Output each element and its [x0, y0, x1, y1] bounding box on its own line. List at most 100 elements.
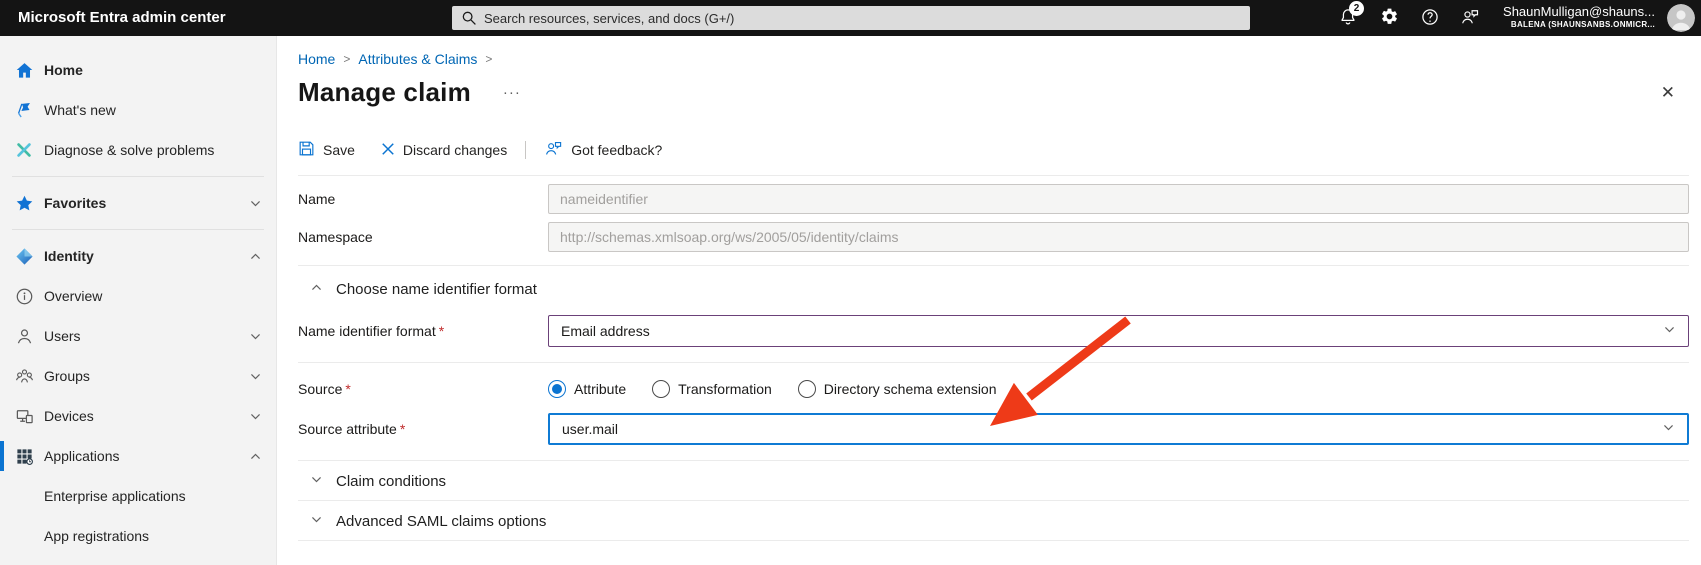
required-asterisk: *	[345, 381, 350, 397]
identity-icon	[14, 246, 34, 266]
whatsnew-icon	[14, 100, 34, 120]
section-choose-name-identifier-format[interactable]: Choose name identifier format	[298, 275, 1689, 303]
sidebar-item-label: Home	[44, 62, 262, 78]
section-claim-conditions[interactable]: Claim conditions	[298, 467, 1689, 495]
sidebar-item-users[interactable]: Users	[0, 316, 276, 356]
dropdown-value: user.mail	[562, 421, 618, 437]
name-identifier-format-dropdown[interactable]: Email address	[548, 315, 1689, 347]
sidebar-item-favorites[interactable]: Favorites	[0, 183, 276, 223]
name-identifier-format-row: Name identifier format* Email address	[298, 315, 1689, 347]
feedback-icon	[544, 139, 563, 161]
page-title: Manage claim	[298, 77, 471, 108]
help-button[interactable]	[1417, 6, 1443, 32]
home-icon	[14, 60, 34, 80]
sidebar-item-label: Groups	[44, 368, 249, 384]
divider	[298, 460, 1689, 461]
divider	[298, 265, 1689, 266]
sidebar-item-label: Identity	[44, 248, 249, 264]
chevron-down-icon	[249, 410, 262, 423]
account-menu[interactable]: ShaunMulligan@shauns... BALENA (SHAUNSAN…	[1503, 3, 1655, 30]
namespace-field-row: Namespace	[298, 222, 1689, 252]
users-icon	[14, 326, 34, 346]
radio-label: Directory schema extension	[824, 381, 997, 397]
divider	[298, 175, 1689, 176]
sidebar-item-identity[interactable]: Identity	[0, 236, 276, 276]
sidebar-item-diagnose-solve-problems[interactable]: Diagnose & solve problems	[0, 130, 276, 170]
breadcrumb-home[interactable]: Home	[298, 51, 335, 67]
radio-icon	[798, 380, 816, 398]
sidebar-item-label: Users	[44, 328, 249, 344]
discard-x-icon	[381, 142, 395, 159]
groups-icon	[14, 366, 34, 386]
required-asterisk: *	[439, 323, 444, 339]
sidebar-item-label: Applications	[44, 448, 249, 464]
sidebar-item-label: Devices	[44, 408, 249, 424]
sidebar-divider	[12, 229, 264, 230]
source-attribute-label: Source attribute	[298, 421, 397, 437]
source-radio-directory-schema-extension[interactable]: Directory schema extension	[798, 380, 997, 398]
diagnose-icon	[14, 140, 34, 160]
breadcrumb-attributes-claims[interactable]: Attributes & Claims	[358, 51, 477, 67]
more-options-icon[interactable]: ···	[503, 84, 521, 101]
name-label: Name	[298, 191, 548, 207]
sidebar-item-label: App registrations	[44, 528, 262, 544]
source-attribute-row: Source attribute* user.mail	[298, 413, 1689, 445]
chevron-down-icon	[1663, 323, 1676, 339]
sidebar-item-label: Overview	[44, 288, 262, 304]
breadcrumb-separator: >	[343, 52, 350, 66]
command-bar: Save Discard changes Got feedback?	[298, 138, 1689, 162]
chevron-down-icon	[249, 370, 262, 383]
chevron-down-icon	[249, 330, 262, 343]
divider	[298, 540, 1689, 541]
required-asterisk: *	[400, 421, 405, 437]
applications-icon	[14, 446, 34, 466]
sidebar-item-app-registrations[interactable]: App registrations	[0, 516, 276, 556]
global-search	[452, 6, 1250, 30]
notifications-button[interactable]: 2	[1335, 6, 1361, 32]
source-label: Source	[298, 381, 342, 397]
source-row: Source* Attribute Transformation Directory…	[298, 380, 1689, 398]
notification-badge: 2	[1349, 1, 1364, 16]
search-input[interactable]	[452, 6, 1250, 30]
overview-icon	[14, 286, 34, 306]
sidebar-item-label: Enterprise applications	[44, 488, 262, 504]
namespace-label: Namespace	[298, 229, 548, 245]
radio-icon	[548, 380, 566, 398]
source-radio-transformation[interactable]: Transformation	[652, 380, 772, 398]
feedback-icon	[1460, 7, 1480, 32]
breadcrumb-separator: >	[485, 52, 492, 66]
sidebar-nav: Home What's new Diagnose & solve problems F…	[0, 36, 277, 565]
app-title[interactable]: Microsoft Entra admin center	[18, 9, 226, 26]
source-radio-attribute[interactable]: Attribute	[548, 380, 626, 398]
radio-label: Attribute	[574, 381, 626, 397]
sidebar-item-what-s-new[interactable]: What's new	[0, 90, 276, 130]
avatar[interactable]	[1667, 4, 1695, 32]
name-field-row: Name	[298, 184, 1689, 214]
sidebar-item-home[interactable]: Home	[0, 50, 276, 90]
source-attribute-dropdown[interactable]: user.mail	[548, 413, 1689, 445]
sidebar-item-enterprise-applications[interactable]: Enterprise applications	[0, 476, 276, 516]
source-radio-group: Attribute Transformation Directory schema …	[548, 380, 1689, 398]
help-icon	[1420, 7, 1440, 32]
sidebar-item-groups[interactable]: Groups	[0, 356, 276, 396]
feedback-button[interactable]	[1457, 6, 1483, 32]
user-email: ShaunMulligan@shauns...	[1503, 3, 1655, 20]
radio-icon	[652, 380, 670, 398]
sidebar-item-devices[interactable]: Devices	[0, 396, 276, 436]
toolbar-divider	[525, 141, 526, 159]
divider	[298, 362, 1689, 363]
sidebar-item-label: What's new	[44, 102, 262, 118]
top-bar: Microsoft Entra admin center 2 ShaunMull…	[0, 0, 1701, 36]
sidebar-divider	[12, 176, 264, 177]
favorites-icon	[14, 193, 34, 213]
dropdown-value: Email address	[561, 323, 650, 339]
discard-changes-button[interactable]: Discard changes	[381, 142, 507, 159]
sidebar-item-overview[interactable]: Overview	[0, 276, 276, 316]
section-advanced-saml-claims-options[interactable]: Advanced SAML claims options	[298, 507, 1689, 535]
chevron-down-icon	[310, 473, 323, 490]
got-feedback-button[interactable]: Got feedback?	[544, 139, 662, 161]
settings-button[interactable]	[1376, 6, 1402, 32]
save-button[interactable]: Save	[298, 140, 355, 160]
sidebar-item-applications[interactable]: Applications	[0, 436, 276, 476]
close-icon[interactable]: ✕	[1657, 80, 1679, 105]
